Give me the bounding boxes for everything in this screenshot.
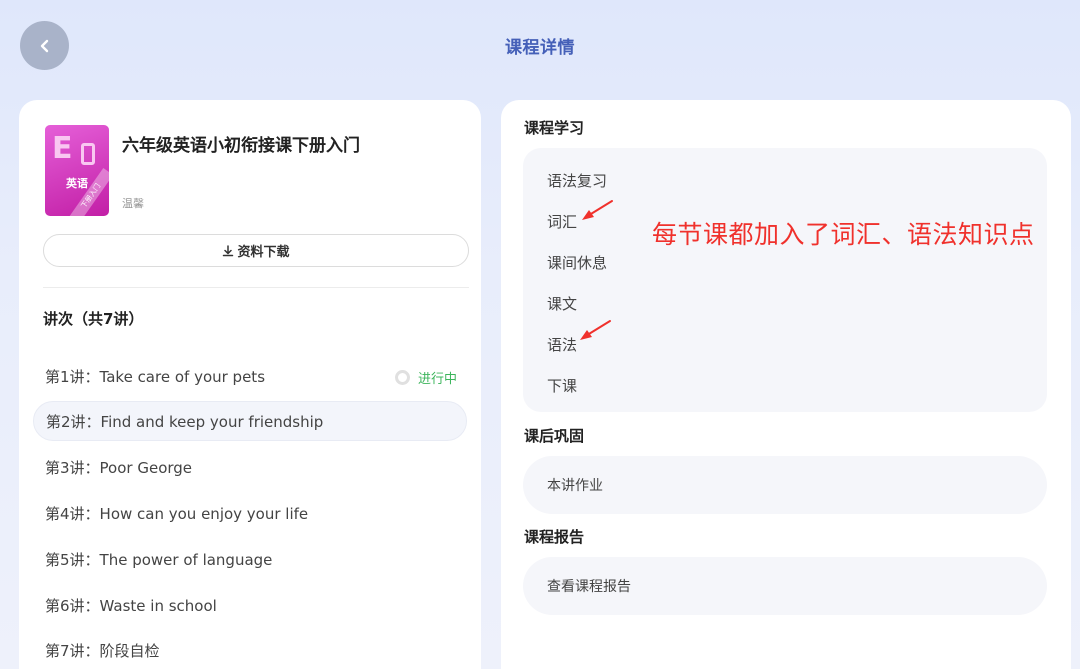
lessons-heading: 讲次（共7讲） xyxy=(43,310,144,328)
study-item-text[interactable]: 课文 xyxy=(547,293,577,314)
lesson-label: 第2讲：Find and keep your friendship xyxy=(46,412,324,431)
annotation-text: 每节课都加入了词汇、语法知识点 xyxy=(652,220,1035,249)
lesson-item-7[interactable]: 第7讲：阶段自检 xyxy=(33,630,467,669)
study-item-end-class[interactable]: 下课 xyxy=(547,375,577,396)
download-materials-button[interactable]: 资料下载 xyxy=(43,234,469,267)
lesson-label: 第4讲：How can you enjoy your life xyxy=(45,504,309,523)
download-label: 资料下载 xyxy=(237,245,290,260)
course-title: 六年级英语小初衔接课下册入门 xyxy=(122,136,360,156)
lesson-item-3[interactable]: 第3讲：Poor George xyxy=(33,447,467,487)
lesson-item-4[interactable]: 第4讲：How can you enjoy your life xyxy=(33,493,467,533)
divider xyxy=(43,287,469,288)
lesson-label: 第6讲：Waste in school xyxy=(45,596,217,615)
study-list: 语法复习 词汇 课间休息 课文 语法 下课 xyxy=(523,148,1047,412)
lesson-label: 第1讲：Take care of your pets xyxy=(45,367,266,386)
course-info-card: E 英语 下册入门 六年级英语小初衔接课下册入门 温馨 资料下载 讲次（共7讲）… xyxy=(19,100,481,669)
view-report-label: 查看课程报告 xyxy=(547,579,631,595)
lesson-status: 进行中 xyxy=(394,368,457,387)
lesson-item-1[interactable]: 第1讲：Take care of your pets 进行中 xyxy=(33,356,467,396)
study-item-grammar-review[interactable]: 语法复习 xyxy=(547,170,607,191)
lesson-label: 第3讲：Poor George xyxy=(45,458,193,477)
lesson-item-6[interactable]: 第6讲：Waste in school xyxy=(33,585,467,625)
course-cover-image: E 英语 下册入门 xyxy=(45,125,109,216)
page-title: 课程详情 xyxy=(505,38,575,58)
annotation-arrow-icon xyxy=(580,320,611,340)
teacher-name: 温馨 xyxy=(122,197,144,210)
progress-ring-icon xyxy=(394,370,410,385)
after-class-section-title: 课后巩固 xyxy=(524,427,585,445)
lesson-label: 第5讲：The power of language xyxy=(45,550,273,569)
study-item-break[interactable]: 课间休息 xyxy=(547,252,607,273)
status-badge: 进行中 xyxy=(417,372,457,387)
view-report-item[interactable]: 查看课程报告 xyxy=(523,557,1047,615)
study-item-vocabulary[interactable]: 词汇 xyxy=(547,211,577,232)
download-icon xyxy=(223,244,234,256)
study-item-grammar[interactable]: 语法 xyxy=(547,334,577,355)
annotation-arrow-icon xyxy=(582,200,613,220)
lesson-label: 第7讲：阶段自检 xyxy=(45,641,160,660)
lesson-item-5[interactable]: 第5讲：The power of language xyxy=(33,539,467,579)
cover-logo-icon: E xyxy=(52,131,73,166)
course-detail-page: 课程详情 E 英语 下册入门 六年级英语小初衔接课下册入门 温馨 资料下载 讲次… xyxy=(0,0,1080,669)
homework-label: 本讲作业 xyxy=(547,478,603,494)
lesson-item-2[interactable]: 第2讲：Find and keep your friendship xyxy=(33,401,467,441)
report-section-title: 课程报告 xyxy=(524,528,585,546)
course-modules-card: 课程学习 语法复习 词汇 课间休息 课文 语法 下课 课后巩固 本讲作业 课程报… xyxy=(501,100,1071,669)
study-section-title: 课程学习 xyxy=(524,119,585,137)
homework-item[interactable]: 本讲作业 xyxy=(523,456,1047,514)
